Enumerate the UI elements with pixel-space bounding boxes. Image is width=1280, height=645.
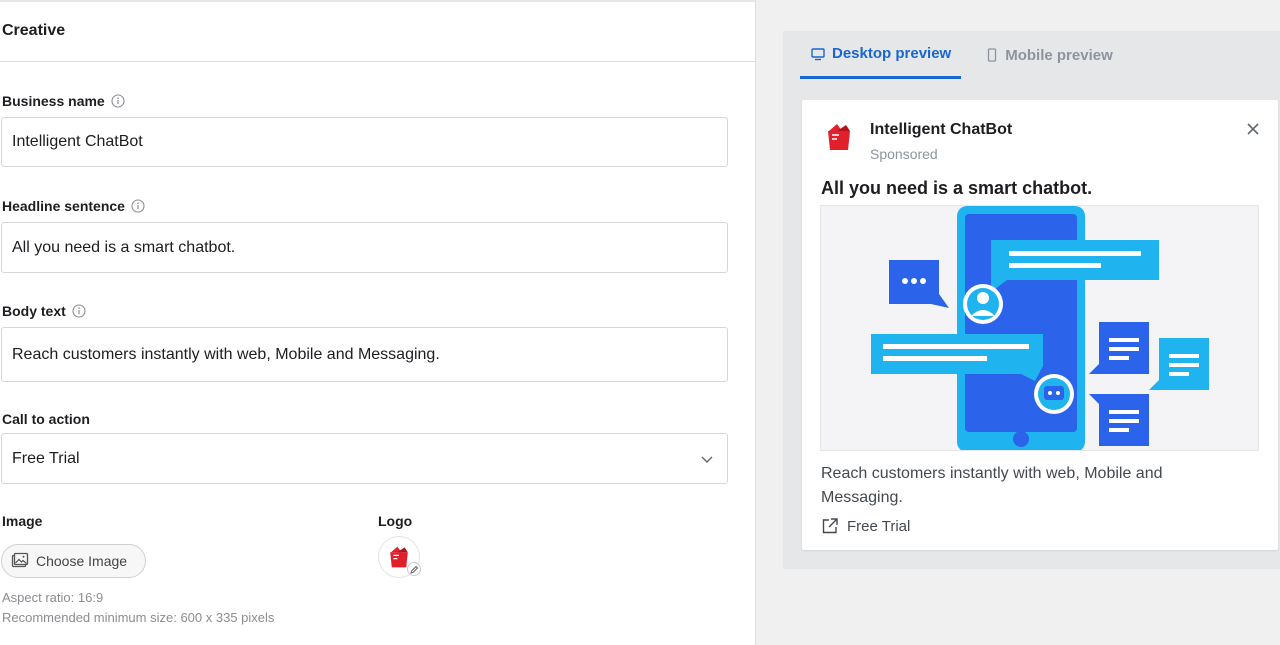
tab-mobile-label: Mobile preview (1005, 46, 1113, 64)
top-border (0, 0, 755, 2)
business-name-label-text: Business name (2, 93, 105, 109)
info-icon[interactable] (72, 304, 86, 318)
body-text-input[interactable] (1, 327, 728, 382)
cta-label-text: Call to action (2, 411, 90, 427)
preview-tabs: Desktop preview Mobile preview (800, 31, 1123, 79)
logo-thumbnail[interactable] (378, 536, 421, 578)
business-name-label: Business name (2, 93, 125, 109)
section-title: Creative (2, 22, 66, 39)
close-icon[interactable] (1245, 121, 1261, 137)
headline-label-text: Headline sentence (2, 198, 125, 214)
choose-image-button[interactable]: Choose Image (1, 544, 146, 578)
body-text-label: Body text (2, 303, 86, 319)
ad-body-text: Reach customers instantly with web, Mobi… (821, 465, 1163, 506)
chevron-down-icon (701, 456, 713, 463)
pencil-icon (409, 565, 418, 574)
tab-desktop-label: Desktop preview (832, 45, 952, 62)
image-label-text: Image (2, 513, 43, 529)
logo-label: Logo (378, 513, 412, 529)
info-icon[interactable] (111, 94, 125, 108)
section-divider (0, 61, 755, 62)
creative-form-panel: Creative Business name Headline sentence… (0, 0, 756, 645)
ad-preview-panel: Desktop preview Mobile preview Intellige… (783, 31, 1280, 569)
headline-label: Headline sentence (2, 198, 145, 214)
ad-image (820, 205, 1259, 451)
external-link-icon (822, 518, 838, 534)
ad-cta-label: Free Trial (847, 517, 911, 535)
brand-logo-icon (828, 124, 850, 150)
desktop-icon (811, 47, 825, 60)
image-label: Image (2, 513, 42, 529)
cta-selected-value: Free Trial (12, 449, 80, 467)
cta-label: Call to action (2, 411, 90, 427)
body-text-label-text: Body text (2, 303, 66, 319)
ad-sponsored-label: Sponsored (870, 146, 938, 162)
info-icon[interactable] (131, 199, 145, 213)
logo-label-text: Logo (378, 513, 413, 529)
aspect-ratio-hint: Aspect ratio: 16:9 (2, 590, 104, 605)
ad-card: Intelligent ChatBot Sponsored All you ne… (802, 100, 1278, 550)
headline-input[interactable] (1, 222, 728, 273)
mobile-icon (988, 48, 997, 62)
cta-select[interactable]: Free Trial (1, 433, 728, 484)
min-size-hint: Recommended minimum size: 600 x 335 pixe… (2, 610, 275, 625)
ad-cta-link[interactable]: Free Trial (821, 517, 910, 535)
tab-mobile-preview[interactable]: Mobile preview (975, 31, 1123, 79)
chatbot-illustration (871, 206, 1209, 450)
ad-business-name: Intelligent ChatBot (870, 121, 1013, 138)
tab-desktop-preview[interactable]: Desktop preview (800, 31, 962, 79)
choose-image-label: Choose Image (36, 553, 128, 569)
ad-headline: All you need is a smart chatbot. (821, 178, 1093, 198)
business-name-input[interactable] (1, 117, 728, 167)
edit-logo-button[interactable] (407, 562, 421, 576)
image-icon (11, 552, 29, 568)
